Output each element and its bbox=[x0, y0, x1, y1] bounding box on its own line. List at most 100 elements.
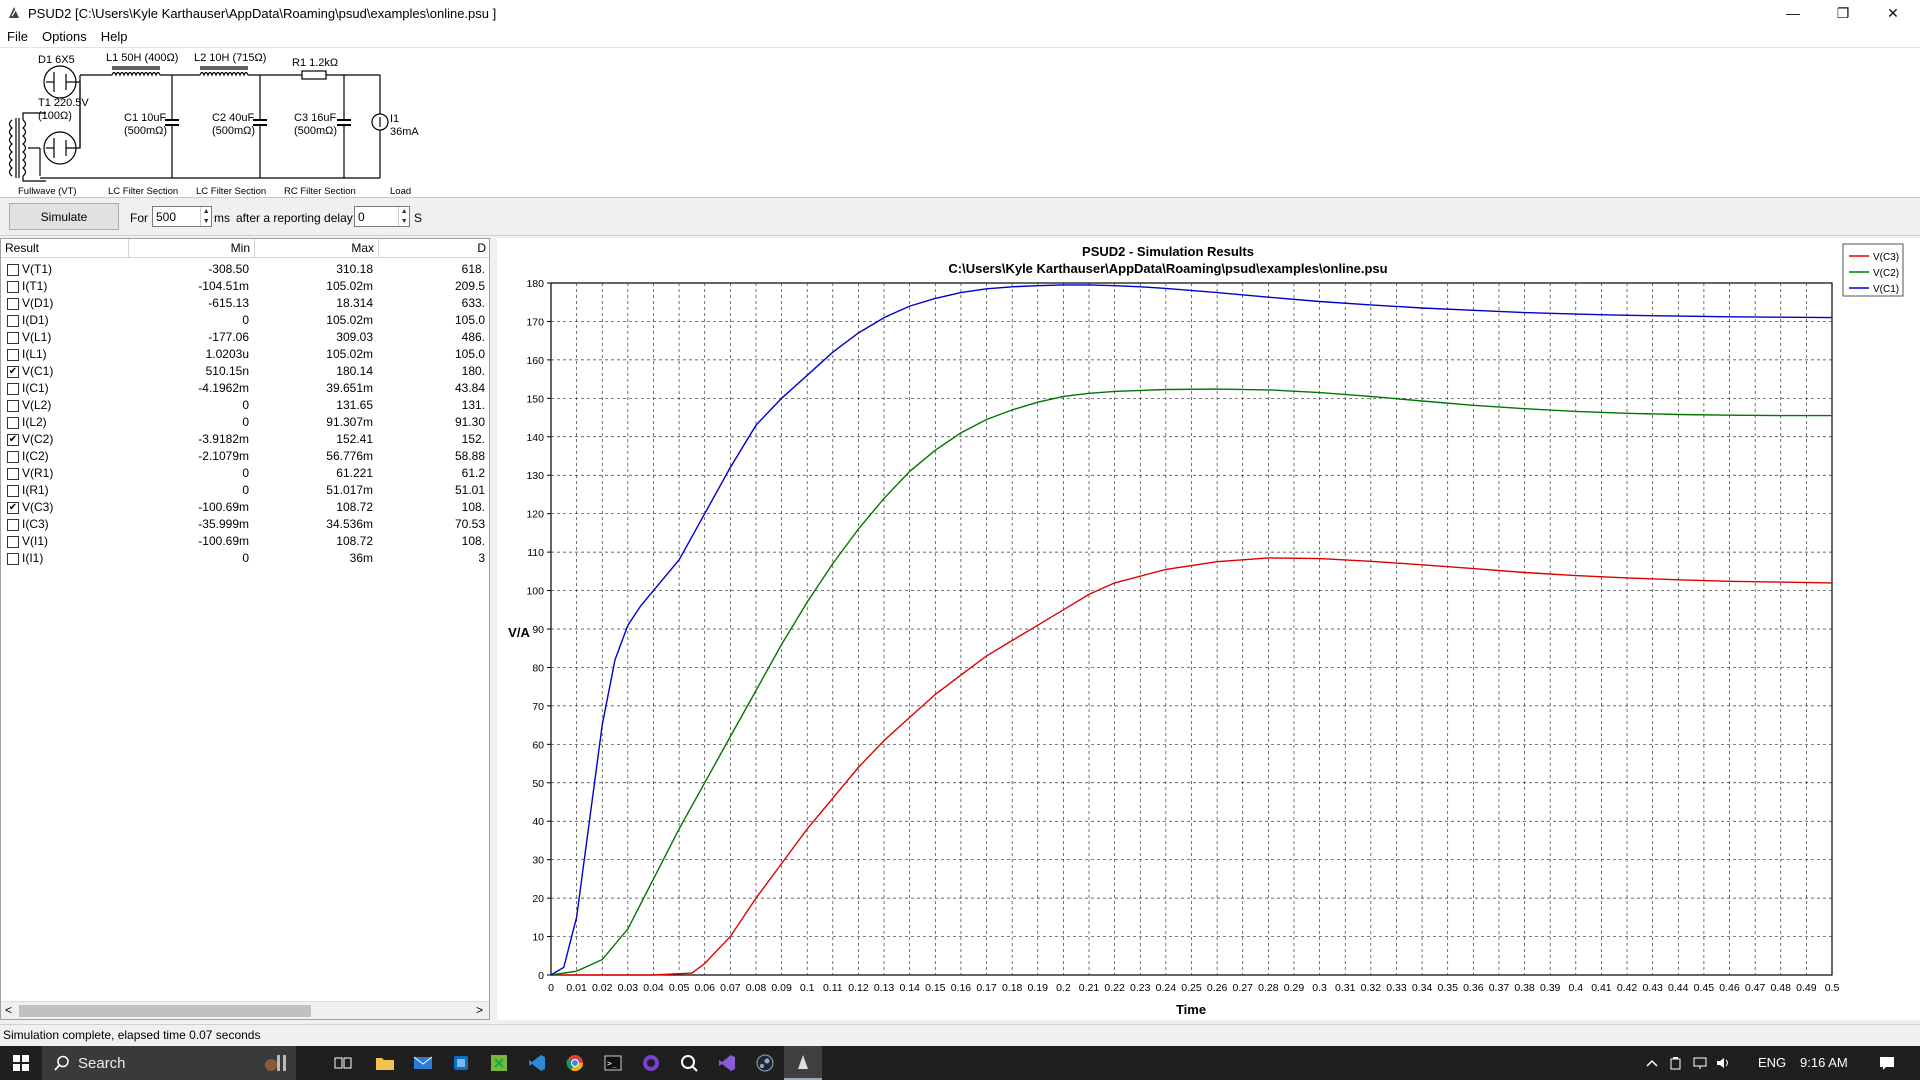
x-tick-label: 0.5 bbox=[1825, 982, 1840, 994]
delay-spin-buttons[interactable]: ▲ ▼ bbox=[398, 207, 409, 226]
visual-studio-icon[interactable] bbox=[708, 1046, 746, 1080]
result-checkbox[interactable] bbox=[7, 450, 19, 463]
y-tick-label: 160 bbox=[526, 355, 544, 367]
x-tick-label: 0.28 bbox=[1258, 982, 1279, 994]
taskbar-tools-icon[interactable] bbox=[258, 1046, 296, 1080]
table-row[interactable]: I(L1) 1.0203u 105.02m 105.0 bbox=[1, 346, 489, 363]
mail-icon[interactable] bbox=[404, 1046, 442, 1080]
table-row[interactable]: I(L2) 0 91.307m 91.30 bbox=[1, 414, 489, 431]
network-icon[interactable] bbox=[1688, 1046, 1712, 1080]
table-row[interactable]: I(I1) 0 36m 3 bbox=[1, 550, 489, 567]
table-row[interactable]: ✔ V(C1) 510.15n 180.14 180. bbox=[1, 363, 489, 380]
scroll-right-icon[interactable]: > bbox=[476, 1003, 483, 1017]
result-max-cell: 36m bbox=[349, 551, 373, 565]
magnifier-icon[interactable] bbox=[670, 1046, 708, 1080]
spin-up-icon[interactable]: ▲ bbox=[201, 207, 211, 217]
spin-up-icon[interactable]: ▲ bbox=[399, 207, 409, 217]
close-button[interactable]: ✕ bbox=[1870, 0, 1916, 26]
result-checkbox[interactable] bbox=[7, 399, 19, 412]
duration-spinbox[interactable]: ▲ ▼ bbox=[152, 206, 212, 227]
x-tick-label: 0.16 bbox=[951, 982, 972, 994]
scroll-left-icon[interactable]: < bbox=[5, 1003, 12, 1017]
column-header-min[interactable]: Min bbox=[129, 239, 255, 258]
steam-icon[interactable] bbox=[746, 1046, 784, 1080]
volume-icon[interactable] bbox=[1712, 1046, 1736, 1080]
result-checkbox[interactable]: ✔ bbox=[7, 501, 19, 514]
table-row[interactable]: ✔ V(C3) -100.69m 108.72 108. bbox=[1, 499, 489, 516]
result-checkbox[interactable] bbox=[7, 552, 19, 565]
terminal-icon[interactable]: >_ bbox=[594, 1046, 632, 1080]
table-row[interactable]: I(C1) -4.1962m 39.651m 43.84 bbox=[1, 380, 489, 397]
delay-input[interactable] bbox=[355, 207, 399, 226]
table-row[interactable]: V(T1) -308.50 310.18 618. bbox=[1, 261, 489, 278]
result-checkbox[interactable] bbox=[7, 263, 19, 276]
delay-spinbox[interactable]: ▲ ▼ bbox=[354, 206, 410, 227]
table-row[interactable]: I(R1) 0 51.017m 51.01 bbox=[1, 482, 489, 499]
spin-down-icon[interactable]: ▼ bbox=[399, 217, 409, 227]
table-row[interactable]: I(T1) -104.51m 105.02m 209.5 bbox=[1, 278, 489, 295]
column-header-result[interactable]: Result bbox=[1, 239, 129, 258]
x-tick-label: 0.1 bbox=[800, 982, 815, 994]
result-d-cell: 108. bbox=[461, 534, 485, 548]
label-i1: I1 bbox=[390, 113, 399, 125]
simulate-button[interactable]: Simulate bbox=[9, 203, 119, 230]
result-checkbox[interactable]: ✔ bbox=[7, 365, 19, 378]
language-indicator[interactable]: ENG bbox=[1758, 1055, 1786, 1070]
result-checkbox[interactable] bbox=[7, 467, 19, 480]
menu-file[interactable]: File bbox=[0, 29, 35, 44]
result-checkbox[interactable] bbox=[7, 382, 19, 395]
start-button[interactable] bbox=[0, 1046, 42, 1080]
battery-icon[interactable] bbox=[1664, 1046, 1688, 1080]
svg-text:>_: >_ bbox=[607, 1059, 617, 1068]
result-checkbox[interactable] bbox=[7, 484, 19, 497]
spin-down-icon[interactable]: ▼ bbox=[201, 217, 211, 227]
y-tick-label: 130 bbox=[526, 470, 544, 482]
scrollbar-thumb[interactable] bbox=[19, 1005, 311, 1017]
file-explorer-icon[interactable] bbox=[366, 1046, 404, 1080]
result-checkbox[interactable] bbox=[7, 518, 19, 531]
menu-options[interactable]: Options bbox=[35, 29, 94, 44]
result-checkbox[interactable] bbox=[7, 348, 19, 361]
eclipse-icon[interactable] bbox=[632, 1046, 670, 1080]
notifications-icon[interactable] bbox=[1868, 1046, 1906, 1080]
store-icon[interactable] bbox=[442, 1046, 480, 1080]
table-row[interactable]: I(D1) 0 105.02m 105.0 bbox=[1, 312, 489, 329]
duration-spin-buttons[interactable]: ▲ ▼ bbox=[200, 207, 211, 226]
menu-help[interactable]: Help bbox=[94, 29, 135, 44]
tray-expand-icon[interactable] bbox=[1640, 1046, 1664, 1080]
psud-taskbar-icon[interactable] bbox=[784, 1046, 822, 1080]
result-checkbox[interactable] bbox=[7, 314, 19, 327]
x-tick-label: 0.33 bbox=[1386, 982, 1407, 994]
result-max-cell: 309.03 bbox=[336, 330, 373, 344]
maximize-button[interactable]: ❐ bbox=[1820, 0, 1866, 26]
vscode-icon[interactable] bbox=[518, 1046, 556, 1080]
result-checkbox[interactable] bbox=[7, 416, 19, 429]
table-row[interactable]: V(I1) -100.69m 108.72 108. bbox=[1, 533, 489, 550]
x-tick-label: 0.09 bbox=[771, 982, 792, 994]
duration-input[interactable] bbox=[153, 207, 201, 226]
excel-icon[interactable] bbox=[480, 1046, 518, 1080]
table-row[interactable]: V(L1) -177.06 309.03 486. bbox=[1, 329, 489, 346]
y-tick-label: 100 bbox=[526, 586, 544, 598]
chrome-icon[interactable] bbox=[556, 1046, 594, 1080]
table-row[interactable]: I(C3) -35.999m 34.536m 70.53 bbox=[1, 516, 489, 533]
column-header-max[interactable]: Max bbox=[255, 239, 379, 258]
result-checkbox[interactable] bbox=[7, 535, 19, 548]
column-header-d[interactable]: D bbox=[379, 239, 489, 258]
clock[interactable]: 9:16 AM bbox=[1800, 1055, 1848, 1070]
table-row[interactable]: ✔ V(C2) -3.9182m 152.41 152. bbox=[1, 431, 489, 448]
result-checkbox[interactable] bbox=[7, 297, 19, 310]
circuit-schematic[interactable]: D1 6X5 L1 50H (400Ω) L2 10H (715Ω) R1 1.… bbox=[0, 48, 1920, 198]
result-checkbox[interactable]: ✔ bbox=[7, 433, 19, 446]
result-checkbox[interactable] bbox=[7, 331, 19, 344]
label-c3: C3 16uF bbox=[294, 112, 336, 124]
task-view-icon[interactable] bbox=[324, 1046, 362, 1080]
table-row[interactable]: V(D1) -615.13 18.314 633. bbox=[1, 295, 489, 312]
result-checkbox[interactable] bbox=[7, 280, 19, 293]
minimize-button[interactable]: — bbox=[1770, 0, 1816, 26]
table-row[interactable]: V(R1) 0 61.221 61.2 bbox=[1, 465, 489, 482]
horizontal-scrollbar[interactable]: < > bbox=[1, 1001, 489, 1019]
table-row[interactable]: V(L2) 0 131.65 131. bbox=[1, 397, 489, 414]
table-row[interactable]: I(C2) -2.1079m 56.776m 58.88 bbox=[1, 448, 489, 465]
legend-label: V(C3) bbox=[1873, 252, 1899, 263]
